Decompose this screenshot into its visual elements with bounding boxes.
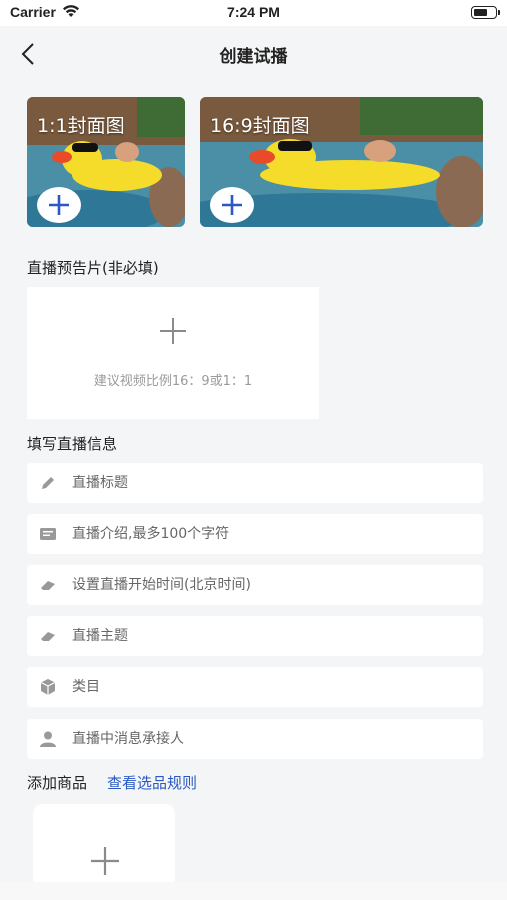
bottom-bar xyxy=(0,882,507,900)
status-bar: Carrier 7:24 PM xyxy=(0,0,507,26)
plus-icon xyxy=(222,195,242,215)
live-title-field[interactable] xyxy=(27,463,483,503)
eraser-icon xyxy=(41,581,55,590)
live-intro-field[interactable] xyxy=(27,514,483,554)
message-receiver-input[interactable] xyxy=(72,719,472,759)
cover-16x9-label: 16:9封面图 xyxy=(210,115,310,137)
person-icon xyxy=(40,731,56,747)
cover-1x1-label: 1:1封面图 xyxy=(37,115,125,137)
battery-icon xyxy=(471,6,500,19)
selection-rules-link[interactable]: 查看选品规则 xyxy=(107,772,197,793)
start-time-input[interactable] xyxy=(72,565,472,605)
clock: 7:24 PM xyxy=(227,4,280,20)
cover-16x9-upload[interactable]: 16:9封面图 xyxy=(200,97,483,227)
live-intro-input[interactable] xyxy=(72,514,472,554)
live-theme-input[interactable] xyxy=(72,616,472,656)
add-goods-label: 添加商品 xyxy=(27,774,88,792)
trailer-video-upload[interactable]: 建议视频比例16：9或1：1 xyxy=(27,287,319,419)
back-button[interactable] xyxy=(14,40,44,70)
info-section-title: 填写直播信息 xyxy=(27,435,118,453)
pencil-icon xyxy=(42,477,54,489)
add-cover-16x9-button[interactable] xyxy=(210,187,254,223)
live-title-input[interactable] xyxy=(72,463,472,503)
box-icon xyxy=(40,679,56,695)
plus-icon xyxy=(91,847,119,875)
live-theme-field[interactable] xyxy=(27,616,483,656)
plus-icon xyxy=(49,195,69,215)
add-cover-1x1-button[interactable] xyxy=(37,187,81,223)
start-time-field[interactable] xyxy=(27,565,483,605)
trailer-hint: 建议视频比例16：9或1：1 xyxy=(93,374,253,389)
plus-icon xyxy=(160,318,186,344)
trailer-section-title: 直播预告片(非必填) xyxy=(27,259,159,277)
message-receiver-field[interactable] xyxy=(27,719,483,759)
description-icon xyxy=(40,528,56,540)
navigation-bar: 创建试播 xyxy=(0,26,507,82)
page-title: 创建试播 xyxy=(219,47,288,67)
category-input[interactable] xyxy=(72,667,472,707)
category-field[interactable] xyxy=(27,667,483,707)
cover-1x1-upload[interactable]: 1:1封面图 xyxy=(27,97,185,227)
eraser-icon xyxy=(41,632,55,641)
